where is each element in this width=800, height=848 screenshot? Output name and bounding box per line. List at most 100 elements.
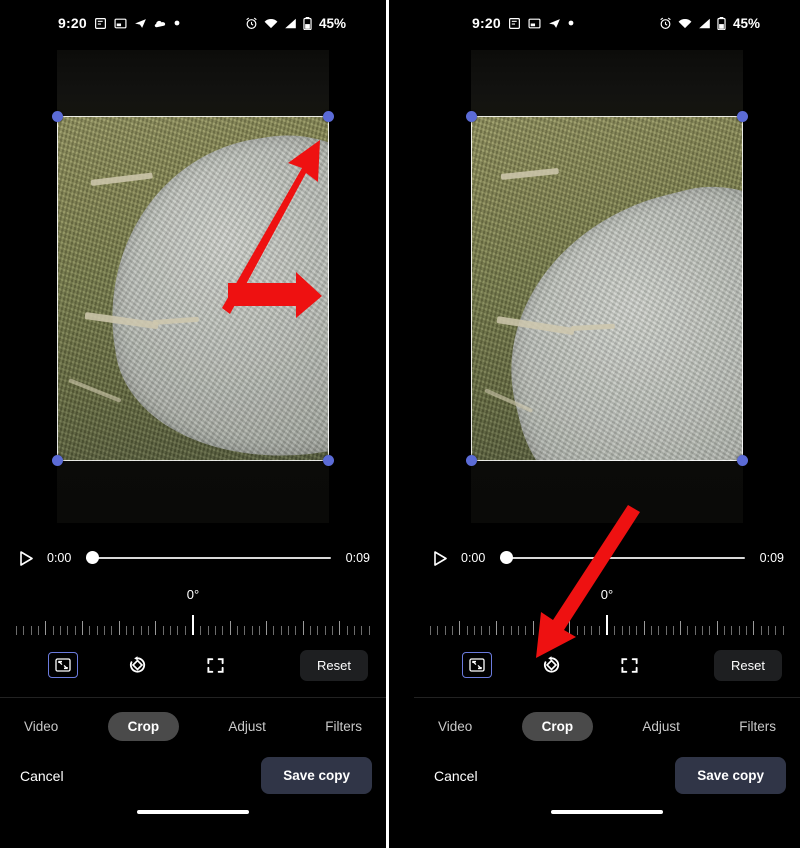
perspective-icon[interactable] xyxy=(610,650,648,680)
aspect-ratio-icon[interactable] xyxy=(48,652,78,678)
rotation-dial[interactable]: 0° xyxy=(0,587,386,641)
wifi-icon xyxy=(678,18,692,29)
video-scrubber[interactable] xyxy=(500,551,745,565)
cancel-button[interactable]: Cancel xyxy=(428,758,484,794)
battery-percent-label: 45% xyxy=(732,15,760,31)
tick-major xyxy=(495,621,497,635)
tick-major xyxy=(532,621,534,635)
tick xyxy=(636,626,638,635)
tick xyxy=(658,626,660,635)
tick xyxy=(30,626,32,635)
status-bar-left: 9:20 xyxy=(58,15,180,31)
tick-major xyxy=(753,621,755,635)
save-copy-button[interactable]: Save copy xyxy=(261,757,372,794)
tick xyxy=(746,626,748,635)
tick xyxy=(280,626,282,635)
duration-label: 0:09 xyxy=(759,551,784,565)
tick xyxy=(709,626,711,635)
scrubber-thumb[interactable] xyxy=(500,551,513,564)
scene-grass xyxy=(471,116,743,461)
tick xyxy=(621,626,623,635)
tick xyxy=(354,626,356,635)
status-bar-clock: 9:20 xyxy=(472,15,501,31)
tick xyxy=(554,626,556,635)
perspective-icon[interactable] xyxy=(196,650,234,680)
tick xyxy=(437,626,439,635)
tick xyxy=(724,626,726,635)
tick xyxy=(650,626,652,635)
tick xyxy=(89,626,91,635)
reset-button[interactable]: Reset xyxy=(714,649,782,681)
scrubber-track xyxy=(86,557,331,559)
twig-shape xyxy=(68,378,122,403)
tick xyxy=(598,626,600,635)
tick-major xyxy=(45,621,47,635)
rock-shape xyxy=(86,116,329,461)
scrubber-thumb[interactable] xyxy=(86,551,99,564)
status-bar-right: 45% xyxy=(245,16,346,31)
tab-filters[interactable]: Filters xyxy=(729,712,786,741)
scrubber-track xyxy=(500,557,745,559)
current-time-label: 0:00 xyxy=(461,551,486,565)
tick xyxy=(451,626,453,635)
tab-crop[interactable]: Crop xyxy=(521,712,594,741)
crop-preview-left[interactable] xyxy=(52,50,334,523)
tick xyxy=(184,626,186,635)
tick xyxy=(466,626,468,635)
playback-row: 0:00 0:09 xyxy=(14,539,372,577)
tick xyxy=(775,626,777,635)
tab-video[interactable]: Video xyxy=(14,712,68,741)
rotate-icon[interactable] xyxy=(532,650,570,680)
video-scrubber[interactable] xyxy=(86,551,331,565)
tick-center xyxy=(605,615,608,635)
aspect-ratio-icon[interactable] xyxy=(462,652,492,678)
play-icon[interactable] xyxy=(14,550,38,566)
rotation-dial[interactable]: 0° xyxy=(414,587,800,641)
twig-shape xyxy=(90,172,153,186)
tick xyxy=(628,626,630,635)
tick xyxy=(23,626,25,635)
play-icon[interactable] xyxy=(428,550,452,566)
tick xyxy=(125,626,127,635)
tick xyxy=(111,626,113,635)
tick xyxy=(539,626,541,635)
tick xyxy=(74,626,76,635)
tick xyxy=(738,626,740,635)
tab-filters[interactable]: Filters xyxy=(315,712,372,741)
crop-preview-right[interactable] xyxy=(466,50,748,523)
home-indicator xyxy=(137,810,249,814)
tick xyxy=(258,626,260,635)
tab-adjust[interactable]: Adjust xyxy=(632,712,690,741)
tick xyxy=(768,626,770,635)
rotate-icon[interactable] xyxy=(118,650,156,680)
tick xyxy=(614,626,616,635)
cancel-button[interactable]: Cancel xyxy=(14,758,70,794)
tick-major xyxy=(229,621,231,635)
wifi-icon xyxy=(264,18,278,29)
tab-adjust[interactable]: Adjust xyxy=(218,712,276,741)
panel-divider xyxy=(386,0,389,848)
video-frame xyxy=(471,50,743,523)
crop-tool-row: Reset xyxy=(428,643,786,687)
tick-center xyxy=(191,615,194,635)
tick-major xyxy=(680,621,682,635)
rotation-angle-label: 0° xyxy=(186,587,200,602)
save-copy-button[interactable]: Save copy xyxy=(675,757,786,794)
tick xyxy=(169,626,171,635)
tick xyxy=(103,626,105,635)
tick xyxy=(162,626,164,635)
status-bar-left: 9:20 xyxy=(472,15,574,31)
status-bar-clock: 9:20 xyxy=(58,15,87,31)
tick xyxy=(214,626,216,635)
tick xyxy=(288,626,290,635)
tick xyxy=(361,626,363,635)
tab-crop[interactable]: Crop xyxy=(107,712,180,741)
tick xyxy=(147,626,149,635)
letterbox-top xyxy=(57,50,329,116)
note-icon xyxy=(508,17,521,30)
tick xyxy=(52,626,54,635)
tab-video[interactable]: Video xyxy=(428,712,482,741)
tick xyxy=(177,626,179,635)
reset-button[interactable]: Reset xyxy=(300,649,368,681)
tick-major xyxy=(339,621,341,635)
